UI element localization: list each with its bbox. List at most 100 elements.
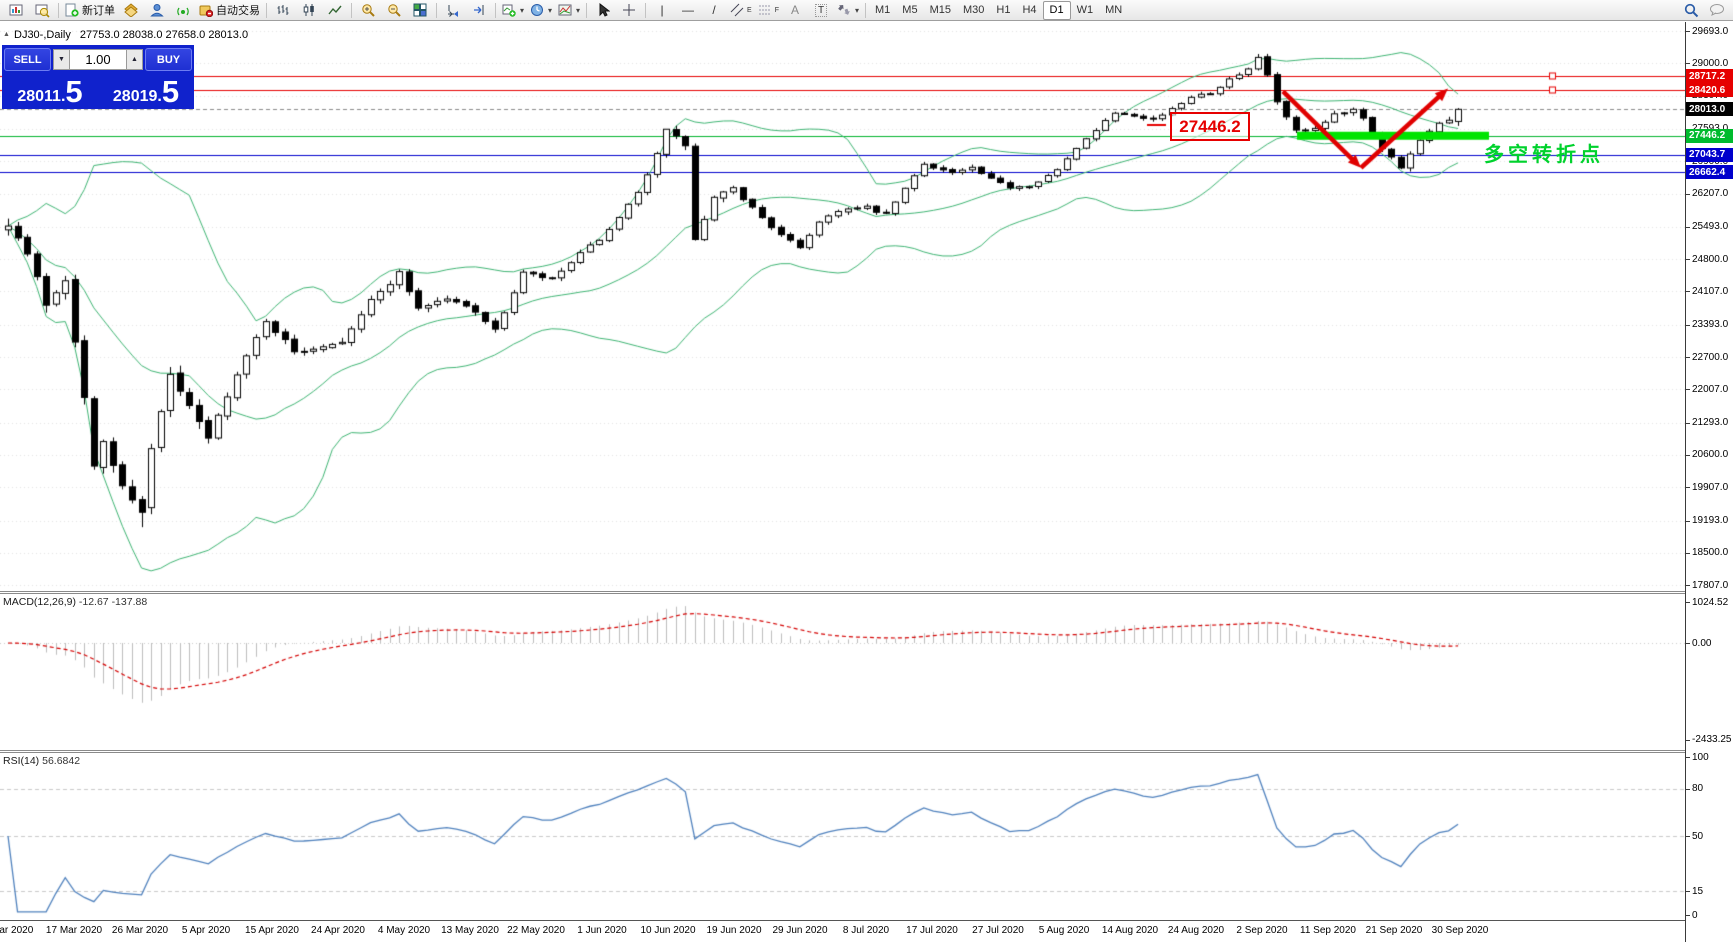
price-tick-label: 24800.0 [1692, 253, 1729, 265]
search-button[interactable] [1678, 0, 1704, 20]
rsi-panel-canvas[interactable] [0, 753, 1685, 919]
price-tag: 28013.0 [1686, 102, 1733, 117]
vertical-line-tool-button[interactable]: | [649, 0, 675, 20]
trendline-icon: / [712, 3, 716, 17]
crosshair-tool-button[interactable] [616, 0, 642, 20]
timeframe-w1[interactable]: W1 [1071, 2, 1100, 19]
vertical-line-icon: | [660, 3, 664, 17]
price-tag: 27446.2 [1686, 128, 1733, 143]
timeframe-m30[interactable]: M30 [957, 2, 990, 19]
price-tick-label: 22700.0 [1692, 351, 1729, 363]
candlestick-button[interactable] [296, 0, 322, 20]
channel-icon [730, 3, 744, 17]
volume-input[interactable] [70, 49, 126, 70]
label-tool-button[interactable]: T [808, 0, 834, 20]
templates-button[interactable]: ▾ [555, 0, 583, 20]
bar-chart-button[interactable] [270, 0, 296, 20]
text-tool-button[interactable]: A [782, 0, 808, 20]
tile-windows-button[interactable] [407, 0, 433, 20]
new-order-icon [65, 3, 79, 17]
price-tick-label: 19907.0 [1692, 481, 1729, 493]
zoom-out-button[interactable] [381, 0, 407, 20]
buy-button[interactable]: BUY [145, 48, 192, 71]
date-tick-label: 21 Sep 2020 [1365, 925, 1423, 936]
text-tool-label: A [790, 3, 799, 17]
one-click-collapse-icon[interactable]: ▲ [3, 31, 10, 38]
price-tick-mark [1686, 226, 1690, 228]
price-tag: 27043.7 [1686, 147, 1733, 162]
macd-tick-mark [1686, 643, 1690, 644]
new-chart-window-button[interactable] [3, 0, 29, 20]
date-tick-label: 8 Jul 2020 [842, 925, 890, 936]
sell-price[interactable]: 28011. 5 [2, 72, 98, 109]
timeframe-mn[interactable]: MN [1099, 2, 1128, 19]
volume-spinner: ▼ ▲ [53, 49, 143, 70]
macd-label: MACD(12,26,9) -12.67 -137.88 [3, 596, 147, 608]
horizontal-line-tool-button[interactable]: — [675, 0, 701, 20]
chat-icon [1710, 4, 1724, 16]
tile-windows-icon [413, 3, 427, 17]
mt4-window: 新订单 自动交易 ▾ ▾ ▾ | — / E F A T ▾ M1 M5 M15… [0, 0, 1733, 942]
line-chart-button[interactable] [322, 0, 348, 20]
date-tick-label: 10 Jun 2020 [640, 925, 696, 936]
volume-increase-button[interactable]: ▲ [126, 49, 143, 70]
label-tool-label: T [814, 3, 828, 17]
auto-trading-button[interactable]: 自动交易 [196, 0, 263, 20]
clock-icon [531, 4, 544, 16]
add-indicator-button[interactable]: ▾ [499, 0, 527, 20]
price-tick-mark [1686, 259, 1690, 261]
chat-button[interactable] [1704, 0, 1730, 20]
date-tick-label: 5 Aug 2020 [1038, 925, 1090, 936]
price-tag: 28420.6 [1686, 83, 1733, 98]
fibonacci-tool-button[interactable]: F [755, 0, 782, 20]
sell-button[interactable]: SELL [4, 48, 51, 71]
price-callout-box[interactable]: 27446.2 [1170, 112, 1250, 141]
price-tick-mark [1686, 324, 1690, 326]
price-tag: 28717.2 [1686, 69, 1733, 84]
timeframe-m15[interactable]: M15 [924, 2, 957, 19]
dropdown-caret-icon: ▾ [576, 5, 581, 15]
search-icon [1684, 3, 1698, 17]
profiles-button[interactable] [29, 0, 55, 20]
timeframe-m1[interactable]: M1 [869, 2, 896, 19]
dropdown-caret-icon: ▾ [855, 5, 860, 15]
timeframe-d1[interactable]: D1 [1042, 0, 1071, 20]
price-tick-label: 17807.0 [1692, 579, 1729, 591]
arrows-tool-button[interactable]: ▾ [834, 0, 862, 20]
price-tick-label: 21293.0 [1692, 417, 1729, 429]
price-tick-mark [1686, 454, 1690, 456]
price-tick-label: 22007.0 [1692, 383, 1729, 395]
date-tick-label: 26 Mar 2020 [111, 925, 169, 936]
macd-tick-mark [1686, 602, 1690, 604]
auto-scroll-icon [474, 5, 484, 15]
price-tick-mark [1686, 552, 1690, 554]
timeframe-h1[interactable]: H1 [990, 2, 1016, 19]
chart-shift-button[interactable] [440, 0, 466, 20]
toolbar-separator [436, 2, 437, 18]
toolbar-separator [58, 2, 59, 18]
channel-tool-button[interactable]: E [727, 0, 755, 20]
timeframe-h4[interactable]: H4 [1016, 2, 1042, 19]
date-tick-label: 3 Mar 2020 [0, 925, 34, 936]
new-order-button[interactable]: 新订单 [62, 0, 118, 20]
toolbar-separator [495, 2, 496, 18]
volume-decrease-button[interactable]: ▼ [53, 49, 70, 70]
community-button[interactable] [144, 0, 170, 20]
trendline-tool-button[interactable]: / [701, 0, 727, 20]
scripts-button[interactable] [118, 0, 144, 20]
signal-button[interactable] [170, 0, 196, 20]
buy-price[interactable]: 28019. 5 [98, 72, 194, 109]
macd-values: -12.67 -137.88 [78, 596, 148, 608]
zoom-in-button[interactable] [355, 0, 381, 20]
zoom-out-icon [388, 4, 401, 17]
timeframe-m5[interactable]: M5 [896, 2, 923, 19]
cursor-icon [599, 3, 610, 17]
periods-button[interactable]: ▾ [527, 0, 555, 20]
cursor-tool-button[interactable] [590, 0, 616, 20]
macd-panel-canvas[interactable] [0, 594, 1685, 750]
rsi-tick-mark [1686, 915, 1690, 916]
price-chart-canvas[interactable] [0, 22, 1685, 591]
rsi-axis-label: 50 [1692, 830, 1704, 842]
auto-scroll-button[interactable] [466, 0, 492, 20]
date-tick-label: 24 Aug 2020 [1167, 925, 1225, 936]
